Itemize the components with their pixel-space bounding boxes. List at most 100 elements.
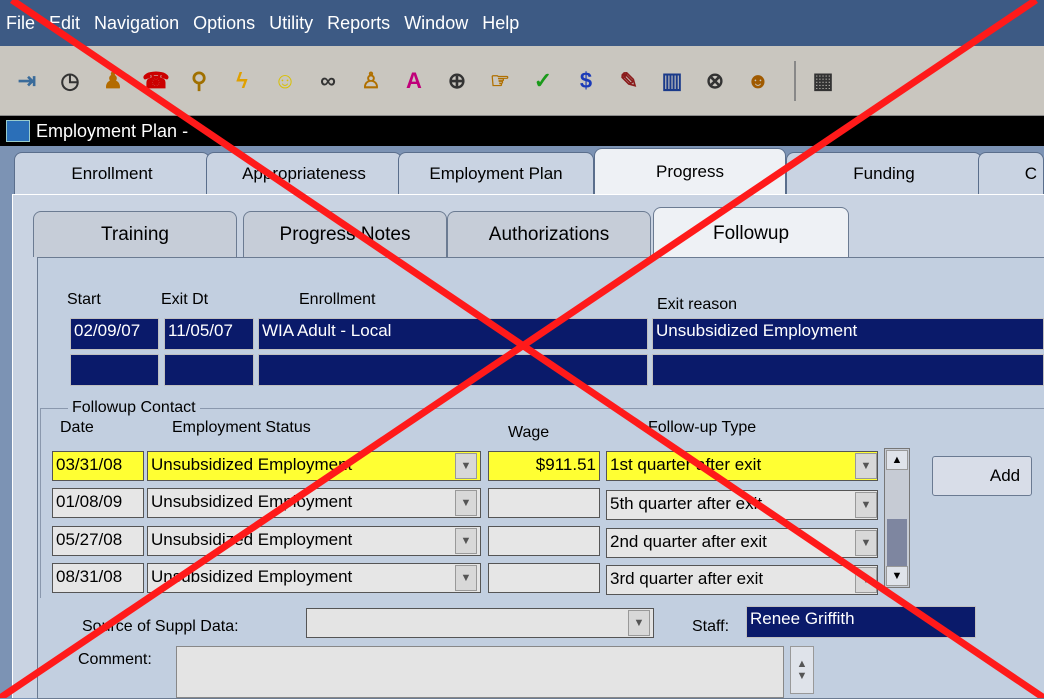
- comment-label: Comment:: [78, 651, 152, 668]
- scroll-thumb[interactable]: [887, 519, 907, 569]
- enrollment-exit-reason-field[interactable]: Unsubsidized Employment: [652, 318, 1044, 350]
- enrollment-name-field[interactable]: WIA Adult - Local: [258, 318, 648, 350]
- chevron-down-icon[interactable]: ▼: [628, 610, 650, 636]
- calendar-icon[interactable]: ▦: [806, 64, 840, 98]
- followup-status-select[interactable]: Unsubsidized Employment: [147, 488, 481, 518]
- enrollment-start-field-empty[interactable]: [70, 354, 159, 386]
- checkmark-icon[interactable]: ✓: [526, 64, 560, 98]
- chevron-down-icon[interactable]: ▼: [455, 565, 477, 591]
- enrollment-exit-reason-field-empty[interactable]: [652, 354, 1044, 386]
- lightning-icon[interactable]: ϟ: [225, 64, 259, 98]
- comment-textarea[interactable]: [176, 646, 784, 698]
- menu-utility[interactable]: Utility: [269, 13, 313, 34]
- window-title: Employment Plan -: [36, 120, 189, 141]
- menu-navigation[interactable]: Navigation: [94, 13, 179, 34]
- staff-label: Staff:: [692, 618, 730, 635]
- chevron-down-icon[interactable]: ▼: [455, 490, 477, 516]
- phone-icon[interactable]: ☎: [139, 64, 173, 98]
- followup-group-label: Followup Contact: [68, 399, 200, 417]
- source-label: Source of Suppl Data:: [82, 618, 239, 635]
- followup-status-select[interactable]: Unsubsidized Employment: [147, 563, 481, 593]
- app-icon: [6, 120, 30, 142]
- staff-field[interactable]: Renee Griffith: [746, 606, 976, 638]
- enrollment-exit-dt-field[interactable]: 11/05/07: [164, 318, 254, 350]
- enrollment-start-field[interactable]: 02/09/07: [70, 318, 159, 350]
- search-cm-icon[interactable]: ⊗: [698, 64, 732, 98]
- tab-label: Progress: [655, 161, 725, 181]
- toolbar-separator: [794, 60, 796, 101]
- face-icon[interactable]: ☻: [741, 64, 775, 98]
- comment-spinner[interactable]: ▲ ▼: [790, 646, 814, 694]
- tab-authorizations[interactable]: Authorizations: [447, 211, 651, 257]
- chevron-down-icon[interactable]: ▼: [855, 567, 877, 593]
- chevron-down-icon[interactable]: ▼: [455, 453, 477, 479]
- tab-enrollment[interactable]: Enrollment: [14, 152, 210, 194]
- followup-date-cell[interactable]: 08/31/08: [52, 563, 144, 593]
- followup-scrollbar[interactable]: ▲ ▼: [884, 448, 910, 588]
- tab-label: Employment Plan: [429, 163, 563, 183]
- followup-status-select[interactable]: Unsubsidized Employment: [147, 451, 481, 481]
- exit-icon[interactable]: ⇥: [10, 64, 44, 98]
- followup-type-select[interactable]: 2nd quarter after exit: [606, 528, 878, 558]
- tab-employment-plan[interactable]: Employment Plan: [398, 152, 594, 194]
- up-arrow-icon[interactable]: ▲: [797, 658, 808, 670]
- followup-type-select[interactable]: 5th quarter after exit: [606, 490, 878, 520]
- menu-help[interactable]: Help: [482, 13, 519, 34]
- person-search-icon[interactable]: ⚲: [182, 64, 216, 98]
- tab-progress-notes[interactable]: Progress Notes: [243, 211, 447, 257]
- followup-wage-cell[interactable]: [488, 488, 600, 518]
- tab-appropriateness[interactable]: Appropriateness: [206, 152, 402, 194]
- menu-file[interactable]: File: [6, 13, 35, 34]
- followup-status-select[interactable]: Unsubsidized Employment: [147, 526, 481, 556]
- followup-wage-cell[interactable]: $911.51: [488, 451, 600, 481]
- followup-date-cell[interactable]: 03/31/08: [52, 451, 144, 481]
- header-date: Date: [60, 419, 94, 436]
- add-button[interactable]: Add: [932, 456, 1032, 496]
- header-employment-status: Employment Status: [172, 419, 311, 436]
- person-icon[interactable]: ♙: [354, 64, 388, 98]
- tab-followup[interactable]: Followup: [653, 207, 849, 259]
- hand-pointer-icon[interactable]: ☞: [483, 64, 517, 98]
- menu-edit[interactable]: Edit: [49, 13, 80, 34]
- followup-date-cell[interactable]: 05/27/08: [52, 526, 144, 556]
- followup-type-select[interactable]: 3rd quarter after exit: [606, 565, 878, 595]
- chevron-down-icon[interactable]: ▼: [455, 528, 477, 554]
- menu-window[interactable]: Window: [404, 13, 468, 34]
- down-arrow-icon[interactable]: ▼: [797, 670, 808, 682]
- books-icon[interactable]: ▥: [655, 64, 689, 98]
- grade-icon[interactable]: A: [397, 64, 431, 98]
- followup-date-cell[interactable]: 01/08/09: [52, 488, 144, 518]
- search-jd-icon[interactable]: ⊕: [440, 64, 474, 98]
- menu-bar: File Edit Navigation Options Utility Rep…: [0, 0, 1044, 46]
- enrollment-exit-dt-field-empty[interactable]: [164, 354, 254, 386]
- tab-label: C: [1024, 163, 1037, 183]
- menu-reports[interactable]: Reports: [327, 13, 390, 34]
- header-exit-dt: Exit Dt: [161, 291, 209, 308]
- chevron-down-icon[interactable]: ▼: [855, 530, 877, 556]
- tab-funding[interactable]: Funding: [786, 152, 982, 194]
- followup-wage-cell[interactable]: [488, 526, 600, 556]
- edit-icon[interactable]: ✎: [612, 64, 646, 98]
- header-enrollment: Enrollment: [299, 291, 376, 308]
- followup-wage-cell[interactable]: [488, 563, 600, 593]
- followup-type-select[interactable]: 1st quarter after exit: [606, 451, 878, 481]
- scroll-up-icon[interactable]: ▲: [886, 450, 908, 470]
- enrollment-name-field-empty[interactable]: [258, 354, 648, 386]
- smiley-icon[interactable]: ☺: [268, 64, 302, 98]
- clock-icon[interactable]: ◷: [53, 64, 87, 98]
- people-icon[interactable]: ♟: [96, 64, 130, 98]
- tab-label: Authorizations: [488, 223, 610, 245]
- tab-progress[interactable]: Progress: [594, 148, 786, 194]
- menu-options[interactable]: Options: [193, 13, 255, 34]
- chevron-down-icon[interactable]: ▼: [855, 453, 877, 479]
- header-start: Start: [67, 291, 101, 308]
- scroll-down-icon[interactable]: ▼: [886, 566, 908, 586]
- tab-training[interactable]: Training: [33, 211, 237, 257]
- tab-label: Followup: [712, 222, 790, 244]
- tab-c[interactable]: C: [978, 152, 1044, 194]
- binoculars-icon[interactable]: ∞: [311, 64, 345, 98]
- dollar-icon[interactable]: $: [569, 64, 603, 98]
- chevron-down-icon[interactable]: ▼: [855, 492, 877, 518]
- source-suppl-select[interactable]: [306, 608, 654, 638]
- header-exit-reason: Exit reason: [657, 296, 738, 313]
